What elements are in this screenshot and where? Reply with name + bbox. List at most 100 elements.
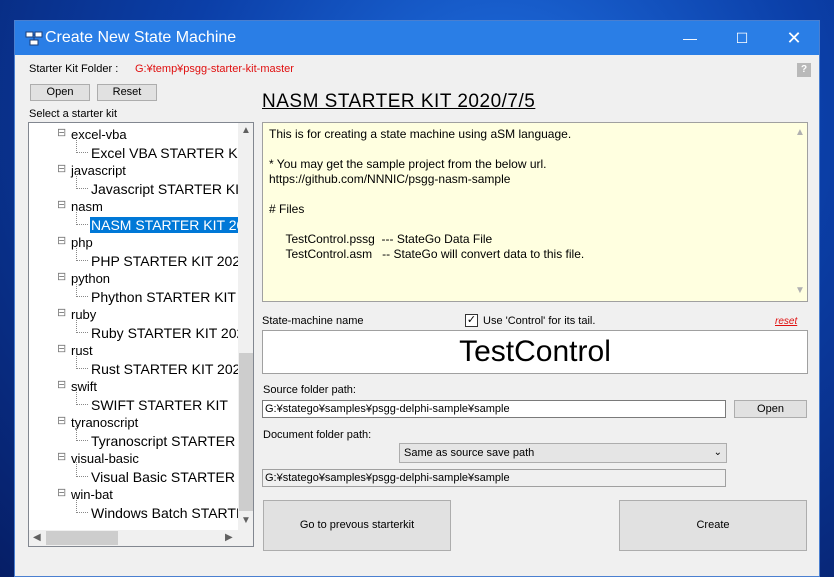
- maximize-button[interactable]: ☐: [719, 21, 765, 55]
- document-folder-label: Document folder path:: [263, 429, 372, 441]
- tree-node-label: Javascript STARTER KIT: [91, 181, 239, 197]
- tree-folder-node[interactable]: ⊟ javascript: [29, 162, 239, 180]
- tree-node-label: NASM STARTER KIT 2020/7/5: [88, 216, 239, 234]
- description-line: * You may get the sample project from th…: [269, 157, 547, 171]
- tree-connector: [76, 174, 88, 189]
- select-starter-kit-label: Select a starter kit: [29, 108, 118, 120]
- tree-connector: [76, 354, 88, 369]
- collapse-icon[interactable]: ⊟: [57, 272, 66, 283]
- title-bar[interactable]: Create New State Machine — ☐ ✕: [15, 21, 819, 55]
- tree-rows: ⊟ excel-vba Excel VBA STARTER KIT ⊟ javascri…: [29, 126, 239, 526]
- minimize-button[interactable]: —: [667, 21, 713, 55]
- close-button[interactable]: ✕: [771, 21, 817, 55]
- tree-node-label: Phython STARTER KIT: [91, 289, 236, 305]
- tree-node-label: PHP STARTER KIT 2020: [91, 253, 239, 269]
- tree-folder-node[interactable]: ⊟ rust: [29, 342, 239, 360]
- tree-folder-node[interactable]: ⊟ nasm: [29, 198, 239, 216]
- collapse-icon[interactable]: ⊟: [57, 452, 66, 463]
- tree-kit-node[interactable]: Javascript STARTER KIT: [29, 174, 239, 198]
- kit-description[interactable]: This is for creating a state machine usi…: [262, 122, 808, 302]
- tree-kit-node[interactable]: Tyranoscript STARTER KIT: [29, 426, 239, 450]
- tree-connector: [76, 318, 88, 333]
- description-line: TestControl.pssg --- StateGo Data File: [269, 232, 493, 246]
- tree-kit-node[interactable]: NASM STARTER KIT 2020/7/5: [29, 210, 239, 234]
- tree-connector: [76, 210, 88, 225]
- collapse-icon[interactable]: ⊟: [57, 308, 66, 319]
- tree-kit-node[interactable]: Windows Batch STARTER KIT: [29, 498, 239, 522]
- collapse-icon[interactable]: ⊟: [57, 416, 66, 427]
- tree-kit-node[interactable]: Ruby STARTER KIT 2020: [29, 318, 239, 342]
- state-machine-name-input[interactable]: TestControl: [262, 330, 808, 374]
- tree-folder-node[interactable]: ⊟ win-bat: [29, 486, 239, 504]
- use-control-tail-checkbox[interactable]: ✓: [465, 314, 478, 327]
- collapse-icon[interactable]: ⊟: [57, 200, 66, 211]
- collapse-icon[interactable]: ⊟: [57, 380, 66, 391]
- scroll-left-icon[interactable]: ◀: [33, 532, 41, 543]
- tree-node-label: Visual Basic STARTER KIT: [91, 469, 239, 485]
- description-line: TestControl.asm -- StateGo will convert …: [269, 247, 585, 261]
- tree-folder-node[interactable]: ⊟ swift: [29, 378, 239, 396]
- tree-folder-node[interactable]: ⊟ ruby: [29, 306, 239, 324]
- description-scrollbar[interactable]: ▲ ▼: [791, 123, 807, 301]
- description-line: This is for creating a state machine usi…: [269, 127, 572, 141]
- reset-folder-button[interactable]: Reset: [97, 84, 157, 101]
- tree-horizontal-scrollbar[interactable]: ◀ ▶: [29, 530, 238, 546]
- help-icon[interactable]: ?: [797, 63, 811, 77]
- tree-kit-node[interactable]: Visual Basic STARTER KIT: [29, 462, 239, 486]
- create-button[interactable]: Create: [619, 500, 807, 551]
- kit-title: NASM STARTER KIT 2020/7/5: [262, 91, 536, 112]
- tree-node-label: Ruby STARTER KIT 2020: [91, 325, 239, 341]
- scroll-corner: [238, 530, 253, 546]
- previous-starterkit-button[interactable]: Go to prevous starterkit: [263, 500, 451, 551]
- source-folder-open-button[interactable]: Open: [734, 400, 807, 418]
- tree-node-label: Windows Batch STARTER KIT: [91, 505, 239, 521]
- tree-connector: [76, 246, 88, 261]
- scroll-up-icon[interactable]: ▲: [241, 125, 251, 136]
- source-folder-input[interactable]: G:¥statego¥samples¥psgg-delphi-sample¥sa…: [262, 400, 726, 418]
- tree-kit-node[interactable]: Phython STARTER KIT: [29, 282, 239, 306]
- starter-kit-tree[interactable]: ⊟ excel-vba Excel VBA STARTER KIT ⊟ javascri…: [28, 122, 254, 547]
- scroll-down-icon[interactable]: ▼: [795, 285, 805, 296]
- tree-kit-node[interactable]: SWIFT STARTER KIT: [29, 390, 239, 414]
- create-state-machine-window: Create New State Machine — ☐ ✕ Starter K…: [14, 20, 820, 577]
- tree-node-label: Excel VBA STARTER KIT: [91, 145, 239, 161]
- tree-node-label: Rust STARTER KIT 2020: [91, 361, 239, 377]
- tree-vertical-scrollbar[interactable]: ▲ ▼: [238, 123, 253, 530]
- scroll-down-icon[interactable]: ▼: [241, 515, 251, 526]
- chevron-down-icon: ⌄: [713, 447, 722, 458]
- tree-kit-node[interactable]: Excel VBA STARTER KIT: [29, 138, 239, 162]
- use-control-tail-label: Use 'Control' for its tail.: [483, 315, 596, 327]
- description-line: https://github.com/NNNIC/psgg-nasm-sampl…: [269, 172, 511, 186]
- description-line: # Files: [269, 202, 305, 216]
- tree-folder-node[interactable]: ⊟ excel-vba: [29, 126, 239, 144]
- tree-node-label: Tyranoscript STARTER KIT: [91, 433, 239, 449]
- collapse-icon[interactable]: ⊟: [57, 236, 66, 247]
- collapse-icon[interactable]: ⊟: [57, 344, 66, 355]
- scroll-right-icon[interactable]: ▶: [225, 532, 233, 543]
- tree-folder-node[interactable]: ⊟ python: [29, 270, 239, 288]
- document-folder-select[interactable]: Same as source save path ⌄: [399, 443, 727, 463]
- starter-kit-folder-label: Starter Kit Folder :: [29, 63, 119, 75]
- tree-connector: [76, 426, 88, 441]
- tree-kit-node[interactable]: PHP STARTER KIT 2020: [29, 246, 239, 270]
- app-icon: [25, 31, 43, 46]
- vertical-scroll-thumb[interactable]: [239, 353, 253, 511]
- scroll-up-icon[interactable]: ▲: [795, 127, 805, 138]
- horizontal-scroll-thumb[interactable]: [46, 531, 118, 545]
- document-folder-input[interactable]: G:¥statego¥samples¥psgg-delphi-sample¥sa…: [262, 469, 726, 487]
- collapse-icon[interactable]: ⊟: [57, 164, 66, 175]
- tree-kit-node[interactable]: Rust STARTER KIT 2020: [29, 354, 239, 378]
- tree-folder-node[interactable]: ⊟ visual-basic: [29, 450, 239, 468]
- tree-connector: [76, 462, 88, 477]
- open-folder-button[interactable]: Open: [30, 84, 90, 101]
- tree-node-label: SWIFT STARTER KIT: [91, 397, 228, 413]
- window-title: Create New State Machine: [45, 29, 237, 46]
- collapse-icon[interactable]: ⊟: [57, 488, 66, 499]
- source-folder-label: Source folder path:: [263, 384, 356, 396]
- starter-kit-folder-path: G:¥temp¥psgg-starter-kit-master: [135, 63, 294, 75]
- collapse-icon[interactable]: ⊟: [57, 128, 66, 139]
- tree-connector: [76, 282, 88, 297]
- tree-folder-node[interactable]: ⊟ php: [29, 234, 239, 252]
- tree-folder-node[interactable]: ⊟ tyranoscript: [29, 414, 239, 432]
- reset-name-link[interactable]: reset: [775, 316, 797, 327]
